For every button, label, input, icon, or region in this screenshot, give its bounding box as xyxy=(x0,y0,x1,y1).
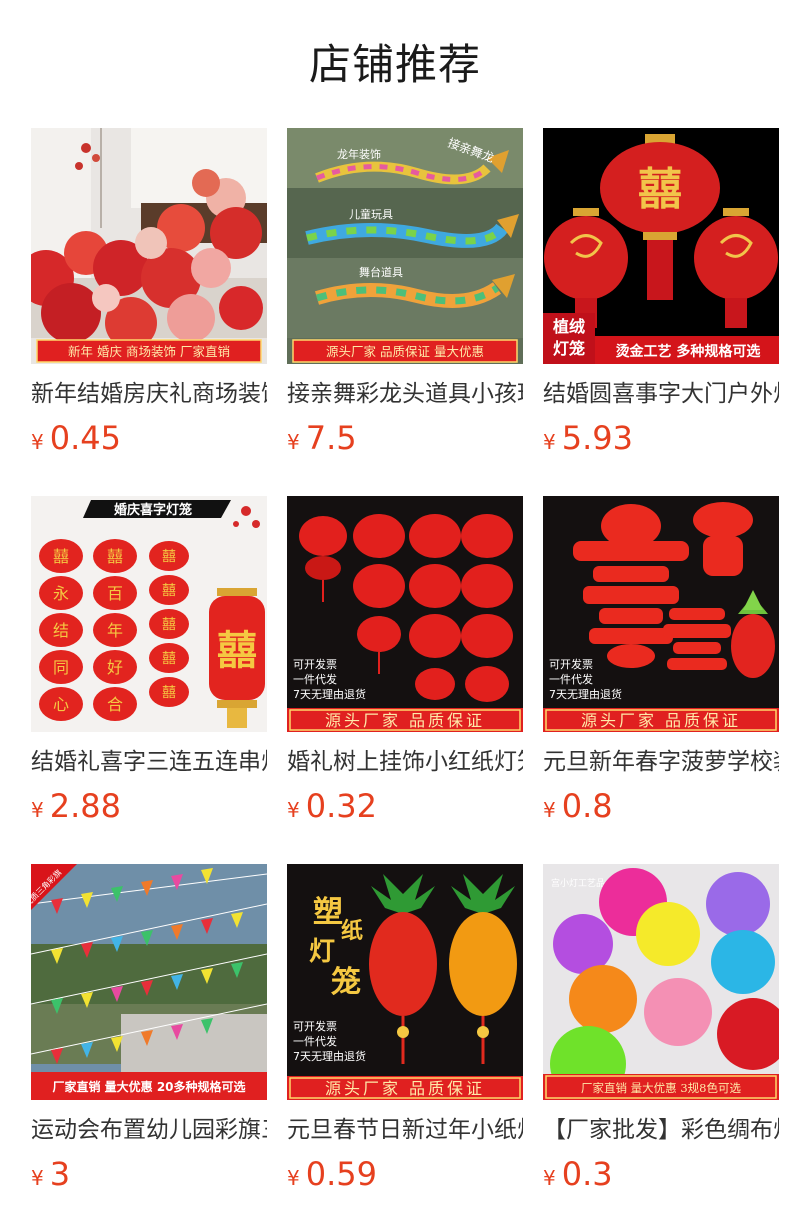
product-name[interactable]: 婚礼树上挂饰小红纸灯笼串 xyxy=(287,746,523,778)
product-image[interactable]: 塑 纸 灯 笼 可开发票 一件代发 7天无理由退货 源头厂家 品质保证 xyxy=(287,864,523,1100)
product-name[interactable]: 运动会布置幼儿园彩旗三角旗 xyxy=(31,1114,267,1146)
lantern-char: 合 xyxy=(107,695,123,714)
product-banner: 源头厂家 品质保证 xyxy=(325,711,485,730)
product-banner: 烫金工艺 多种规格可选 xyxy=(616,343,761,360)
badge-text: 植绒 xyxy=(552,317,585,336)
product-price: ¥7.5 xyxy=(287,416,357,460)
product-price: ¥5.93 xyxy=(543,416,633,460)
product-banner: 源头厂家 品质保证 xyxy=(581,711,741,730)
headline-char: 灯 xyxy=(309,937,335,967)
product-price: ¥0.3 xyxy=(543,1152,613,1196)
headline-char: 笼 xyxy=(331,965,361,1000)
product-banner: 新年 婚庆 商场装饰 厂家直销 xyxy=(68,344,230,359)
product-image[interactable]: 婚庆喜字灯笼 囍 永 结 同 心 囍 百 年 好 合 囍 囍 囍 囍 囍 囍 xyxy=(31,496,267,732)
price-value: 0.32 xyxy=(305,787,377,825)
overlay-text: 儿童玩具 xyxy=(349,207,393,221)
price-value: 3 xyxy=(49,1155,71,1193)
product-name[interactable]: 结婚礼喜字三连五连串灯笼 xyxy=(31,746,267,778)
overlay-text: 舞台道具 xyxy=(359,265,403,279)
note-text: 7天无理由退货 xyxy=(293,687,366,701)
lantern-char: 囍 xyxy=(53,547,69,566)
product-name[interactable]: 新年结婚房庆礼商场装饰纸灯笼 xyxy=(31,378,267,410)
product-image[interactable]: 优质三角彩旗 厂家直销 量大优惠 20多种规格可选 xyxy=(31,864,267,1100)
currency-symbol: ¥ xyxy=(287,430,300,454)
currency-symbol: ¥ xyxy=(543,1166,556,1190)
big-lantern-char: 囍 xyxy=(217,628,257,674)
currency-symbol: ¥ xyxy=(543,430,556,454)
note-text: 一件代发 xyxy=(293,1034,337,1048)
header-text: 婚庆喜字灯笼 xyxy=(114,502,192,518)
note-text: 可开发票 xyxy=(293,657,337,671)
currency-symbol: ¥ xyxy=(287,798,300,822)
product-name[interactable]: 结婚圆喜事字大门户外灯笼 xyxy=(543,378,779,410)
price-value: 5.93 xyxy=(561,419,633,457)
product-name[interactable]: 【厂家批发】彩色绸布灯笼 xyxy=(543,1114,779,1146)
badge-text: 灯笼 xyxy=(553,339,585,358)
product-name[interactable]: 元旦春节日新过年小纸灯笼 xyxy=(287,1114,523,1146)
product-image[interactable]: 可开发票 一件代发 7天无理由退货 源头厂家 品质保证 xyxy=(287,496,523,732)
product-image[interactable]: 龙年装饰 接亲舞龙 儿童玩具 舞台道具 源头厂家 品质保证 量大优惠 xyxy=(287,128,523,364)
lantern-char: 结 xyxy=(53,621,69,640)
lantern-char: 年 xyxy=(107,621,123,640)
product-banner: 厂家直销 量大优惠 20多种规格可选 xyxy=(52,1079,245,1094)
product-price: ¥0.32 xyxy=(287,784,377,828)
product-price: ¥0.59 xyxy=(287,1152,377,1196)
currency-symbol: ¥ xyxy=(31,430,44,454)
note-text: 7天无理由退货 xyxy=(549,687,622,701)
lantern-char: 囍 xyxy=(162,583,176,599)
note-text: 一件代发 xyxy=(293,672,337,686)
note-text: 一件代发 xyxy=(549,672,593,686)
lantern-char: 囍 xyxy=(162,651,176,667)
product-image[interactable]: 春 可开发票 一件代发 7天无理由退货 源头厂家 品质保证 xyxy=(543,496,779,732)
product-banner: 源头厂家 品质保证 量大优惠 xyxy=(326,344,484,359)
note-text: 7天无理由退货 xyxy=(293,1049,366,1063)
lantern-char: 百 xyxy=(107,584,123,603)
lantern-char: 囍 xyxy=(638,164,682,215)
product-banner: 厂家直销 量大优惠 3规8色可选 xyxy=(581,1081,741,1095)
currency-symbol: ¥ xyxy=(543,798,556,822)
product-image[interactable]: 新年 婚庆 商场装饰 厂家直销 xyxy=(31,128,267,364)
product-image[interactable]: 宫小灯工艺品 厂家直销 量大优惠 3规8色可选 xyxy=(543,864,779,1100)
lantern-char: 同 xyxy=(53,658,69,677)
lantern-char: 囍 xyxy=(107,547,123,566)
product-price: ¥2.88 xyxy=(31,784,121,828)
currency-symbol: ¥ xyxy=(287,1166,300,1190)
note-text: 可开发票 xyxy=(549,657,593,671)
price-value: 7.5 xyxy=(305,419,357,457)
lantern-char: 好 xyxy=(107,658,123,677)
headline-char: 纸 xyxy=(341,918,363,944)
lantern-char: 永 xyxy=(53,584,69,603)
currency-symbol: ¥ xyxy=(31,798,44,822)
watermark-text: 宫小灯工艺品 xyxy=(551,877,605,889)
product-name[interactable]: 元旦新年春字菠萝学校装饰 xyxy=(543,746,779,778)
page-title: 店铺推荐 xyxy=(308,40,481,89)
lantern-char: 囍 xyxy=(162,617,176,633)
lantern-char: 囍 xyxy=(162,685,176,701)
product-price: ¥0.45 xyxy=(31,416,121,460)
product-name[interactable]: 接亲舞彩龙头道具小孩玩具 xyxy=(287,378,523,410)
price-value: 0.8 xyxy=(561,787,613,825)
lantern-char: 心 xyxy=(53,695,69,714)
product-price: ¥3 xyxy=(31,1152,70,1196)
lantern-char: 囍 xyxy=(162,549,176,565)
price-value: 0.3 xyxy=(561,1155,613,1193)
product-image[interactable]: 囍 植绒 灯笼 烫金工艺 多种规格可选 xyxy=(543,128,779,364)
headline-char: 塑 xyxy=(313,895,343,930)
product-price: ¥0.8 xyxy=(543,784,613,828)
price-value: 2.88 xyxy=(49,787,121,825)
note-text: 可开发票 xyxy=(293,1019,337,1033)
currency-symbol: ¥ xyxy=(31,1166,44,1190)
price-value: 0.59 xyxy=(305,1155,377,1193)
product-banner: 源头厂家 品质保证 xyxy=(325,1079,485,1098)
price-value: 0.45 xyxy=(49,419,121,457)
overlay-text: 龙年装饰 xyxy=(337,147,381,161)
